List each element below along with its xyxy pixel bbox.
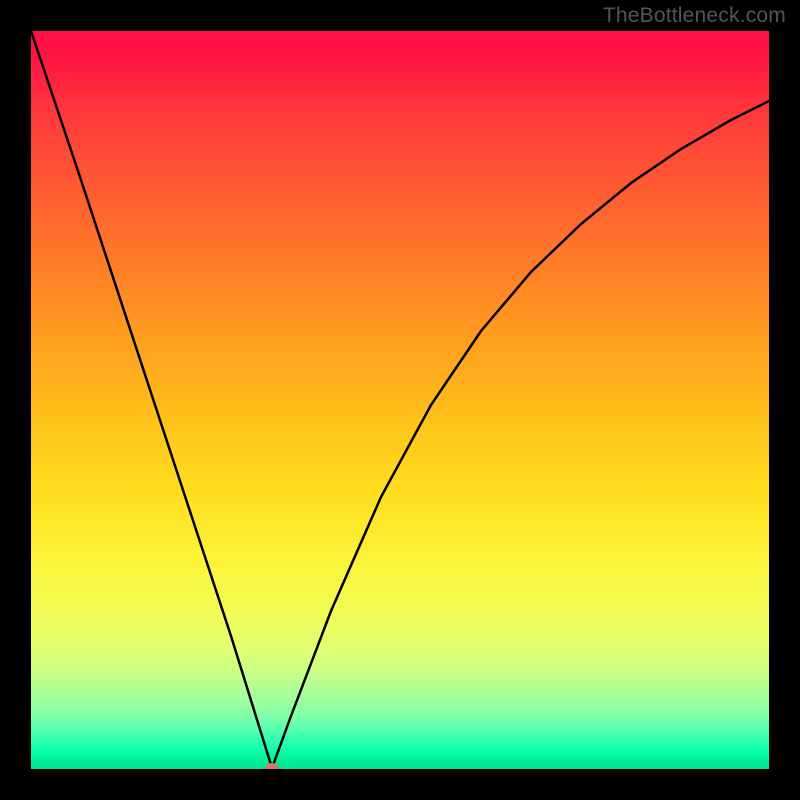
watermark-text: TheBottleneck.com xyxy=(603,4,786,28)
bottleneck-curve-path xyxy=(31,31,769,768)
bottleneck-curve-svg xyxy=(31,31,769,769)
stage: TheBottleneck.com xyxy=(0,0,800,800)
plot-area xyxy=(31,31,769,769)
minimum-marker xyxy=(265,763,279,769)
